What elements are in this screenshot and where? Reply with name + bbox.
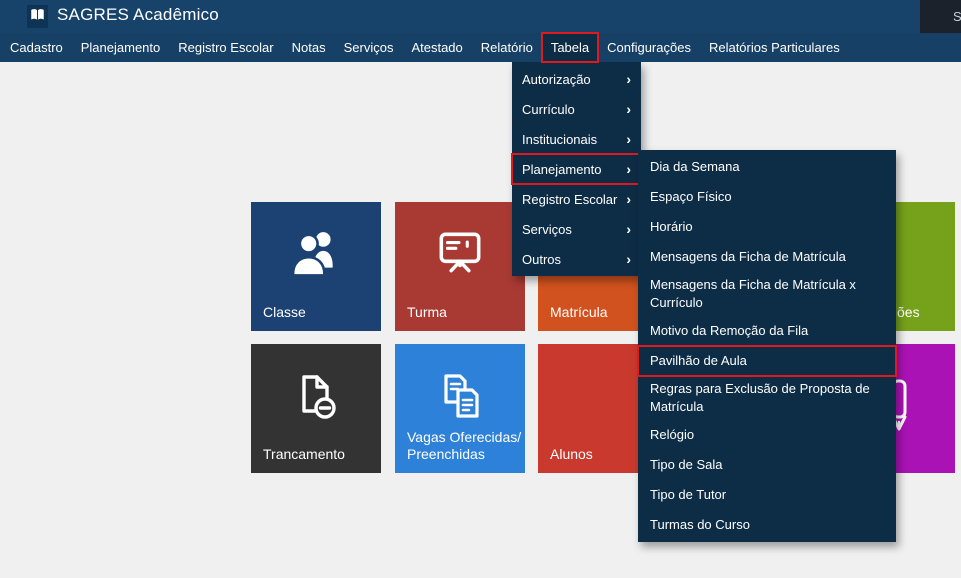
menu-item-tabela[interactable]: Tabela — [542, 33, 598, 62]
planejamento-submenu: Dia da Semana Espaço Físico Horário Mens… — [638, 150, 896, 542]
menu-item-configuracoes[interactable]: Configurações — [598, 33, 700, 62]
submenu-item-dia-da-semana[interactable]: Dia da Semana — [638, 152, 896, 182]
dropdown-item-institucionais[interactable]: Institucionais › — [512, 124, 641, 154]
dropdown-item-autorizacao[interactable]: Autorização › — [512, 64, 641, 94]
chevron-right-icon: › — [626, 132, 631, 146]
tile-label: Turma — [407, 304, 447, 321]
dropdown-item-registro-escolar[interactable]: Registro Escolar › — [512, 184, 641, 214]
dropdown-item-planejamento[interactable]: Planejamento › — [512, 154, 641, 184]
people-icon — [288, 228, 344, 283]
dropdown-item-label: Outros — [522, 252, 561, 267]
stacked-documents-icon — [434, 370, 486, 427]
dropdown-item-outros[interactable]: Outros › — [512, 244, 641, 274]
submenu-item-horario[interactable]: Horário — [638, 212, 896, 242]
chevron-right-icon: › — [626, 252, 631, 266]
submenu-item-regras-exclusao-proposta[interactable]: Regras para Exclusão de Proposta de Matr… — [638, 376, 896, 420]
menu-item-relatorio[interactable]: Relatório — [472, 33, 542, 62]
menu-item-atestado[interactable]: Atestado — [402, 33, 471, 62]
chevron-right-icon: › — [626, 222, 631, 236]
dropdown-item-label: Institucionais — [522, 132, 597, 147]
tile-trancamento[interactable]: Trancamento — [251, 344, 381, 473]
tile-turma[interactable]: Turma — [395, 202, 525, 331]
chevron-right-icon: › — [626, 162, 631, 176]
dropdown-item-label: Serviços — [522, 222, 572, 237]
tile-label: Vagas Oferecidas/ Preenchidas — [407, 429, 521, 463]
open-book-icon — [30, 8, 45, 26]
main-menubar: Cadastro Planejamento Registro Escolar N… — [0, 33, 961, 62]
app-logo — [27, 5, 48, 28]
submenu-item-tipo-de-tutor[interactable]: Tipo de Tutor — [638, 480, 896, 510]
app-header: SAGRES Acadêmico S — [0, 0, 961, 33]
document-minus-icon — [290, 370, 342, 427]
page-title: SAGRES Acadêmico — [57, 5, 219, 25]
submenu-item-mensagens-ficha-matricula[interactable]: Mensagens da Ficha de Matrícula — [638, 242, 896, 272]
menu-item-notas[interactable]: Notas — [283, 33, 335, 62]
submenu-item-motivo-remocao-fila[interactable]: Motivo da Remoção da Fila — [638, 316, 896, 346]
tile-label: Alunos — [550, 446, 593, 463]
submenu-item-pavilhao-de-aula[interactable]: Pavilhão de Aula — [638, 346, 896, 376]
tile-vagas-oferecidas-preenchidas[interactable]: Vagas Oferecidas/ Preenchidas — [395, 344, 525, 473]
tabela-dropdown-menu: Autorização › Currículo › Institucionais… — [512, 62, 641, 276]
submenu-item-espaco-fisico[interactable]: Espaço Físico — [638, 182, 896, 212]
tile-label: Matrícula — [550, 304, 608, 321]
submenu-item-tipo-de-sala[interactable]: Tipo de Sala — [638, 450, 896, 480]
menu-item-planejamento[interactable]: Planejamento — [72, 33, 170, 62]
submenu-item-turmas-do-curso[interactable]: Turmas do Curso — [638, 510, 896, 540]
submenu-item-relogio[interactable]: Relógio — [638, 420, 896, 450]
menu-item-registro-escolar[interactable]: Registro Escolar — [169, 33, 282, 62]
dropdown-item-label: Planejamento — [522, 162, 602, 177]
tile-label: Classe — [263, 304, 306, 321]
account-button[interactable]: S — [920, 0, 961, 33]
chevron-right-icon: › — [626, 102, 631, 116]
menu-item-relatorios-particulares[interactable]: Relatórios Particulares — [700, 33, 849, 62]
dropdown-item-label: Currículo — [522, 102, 575, 117]
chevron-right-icon: › — [626, 72, 631, 86]
tile-classe[interactable]: Classe — [251, 202, 381, 331]
submenu-item-mensagens-ficha-matricula-curriculo[interactable]: Mensagens da Ficha de Matrícula x Curríc… — [638, 272, 896, 316]
chevron-right-icon: › — [626, 192, 631, 206]
account-label: S — [953, 9, 961, 24]
tile-label: Trancamento — [263, 446, 345, 463]
dropdown-item-label: Registro Escolar — [522, 192, 617, 207]
dropdown-item-label: Autorização — [522, 72, 591, 87]
dropdown-item-curriculo[interactable]: Currículo › — [512, 94, 641, 124]
menu-item-servicos[interactable]: Serviços — [335, 33, 403, 62]
menu-item-cadastro[interactable]: Cadastro — [1, 33, 72, 62]
presentation-board-icon — [433, 228, 487, 283]
dropdown-item-servicos[interactable]: Serviços › — [512, 214, 641, 244]
tile-label: ões — [897, 304, 920, 321]
